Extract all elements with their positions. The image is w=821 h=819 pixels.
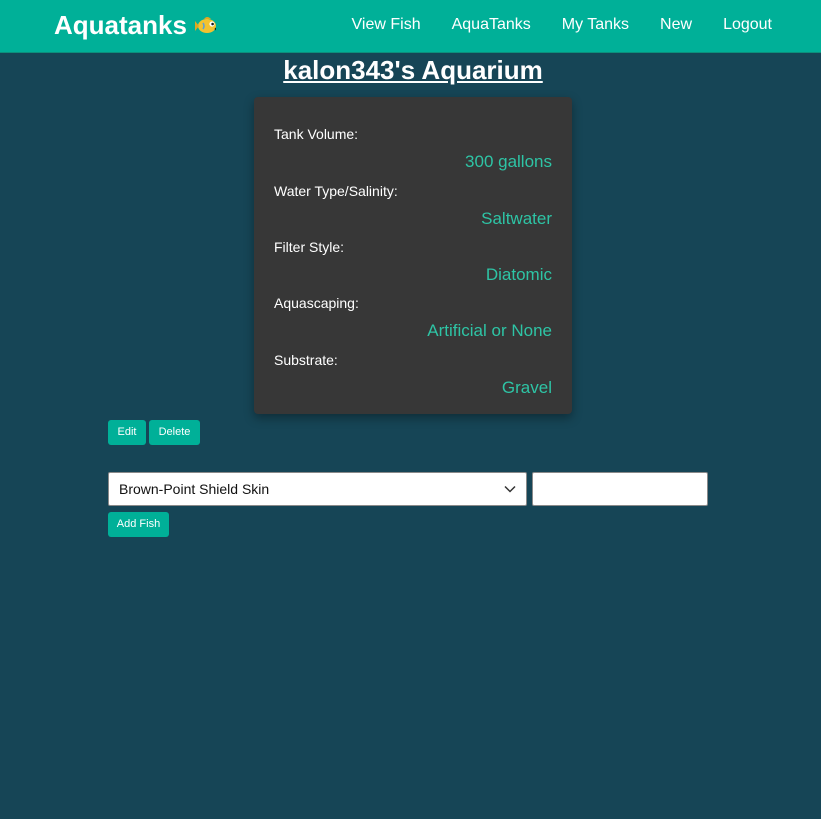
aquascaping-field: Aquascaping: Artificial or None: [274, 294, 552, 344]
nav-view-fish[interactable]: View Fish: [352, 14, 421, 36]
brand-name: Aquatanks: [54, 10, 187, 40]
brand-link[interactable]: Aquatanks: [54, 9, 221, 41]
fish-icon: [194, 17, 216, 33]
water-type-field: Water Type/Salinity: Saltwater: [274, 182, 552, 232]
filter-style-field: Filter Style: Diatomic: [274, 238, 552, 288]
nav-logout[interactable]: Logout: [723, 14, 772, 36]
edit-button[interactable]: Edit: [108, 420, 146, 445]
aquascaping-value: Artificial or None: [427, 321, 552, 340]
fish-select[interactable]: Brown-Point Shield Skin: [108, 472, 527, 506]
nav-my-tanks[interactable]: My Tanks: [562, 14, 629, 36]
nav-links: View Fish AquaTanks My Tanks New Logout: [352, 14, 772, 36]
aquascaping-label: Aquascaping:: [274, 295, 359, 311]
tank-volume-field: Tank Volume: 300 gallons: [274, 125, 552, 175]
tank-volume-label: Tank Volume:: [274, 126, 359, 142]
page-title[interactable]: kalon343's Aquarium: [0, 54, 821, 86]
filter-style-label: Filter Style:: [274, 239, 345, 255]
tank-details-card: Tank Volume: 300 gallons Water Type/Sali…: [254, 97, 572, 414]
water-type-value: Saltwater: [481, 209, 552, 228]
add-fish-button[interactable]: Add Fish: [108, 512, 169, 537]
nav-aquatanks[interactable]: AquaTanks: [452, 14, 531, 36]
fish-select-value: Brown-Point Shield Skin: [119, 481, 270, 497]
filter-style-value: Diatomic: [485, 265, 552, 284]
nav-new[interactable]: New: [660, 14, 692, 36]
water-type-label: Water Type/Salinity:: [274, 183, 398, 199]
top-navbar: Aquatanks View Fish AquaTanks My Tanks N…: [0, 0, 821, 53]
substrate-label: Substrate:: [274, 352, 338, 368]
chevron-down-icon: [504, 485, 516, 493]
substrate-value: Gravel: [501, 378, 552, 397]
tank-volume-value: 300 gallons: [465, 152, 552, 171]
fish-quantity-input[interactable]: [532, 472, 708, 506]
substrate-field: Substrate: Gravel: [274, 351, 552, 401]
delete-button[interactable]: Delete: [149, 420, 200, 445]
